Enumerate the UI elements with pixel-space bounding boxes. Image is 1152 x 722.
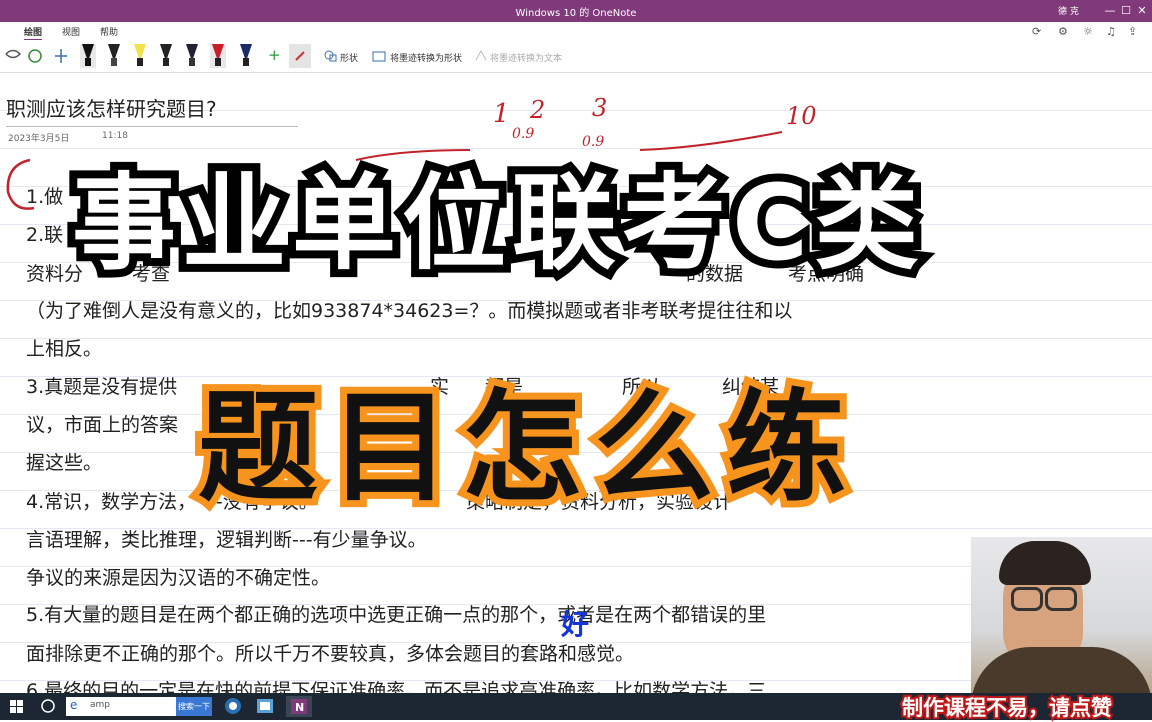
overlay-sub-title: 题目怎么练 [191,372,858,525]
person-hair [999,541,1091,585]
ink-number-10: 10 [786,102,817,130]
svg-text:N: N [295,701,304,714]
handwritten-hao: 好 [561,608,590,641]
task-view-icon[interactable] [38,696,58,717]
ie-icon: e [70,698,78,712]
person-shirt [971,647,1152,693]
overlay-main-title: 事业单位联考C类 [64,154,926,292]
ink-number-2: 2 [529,96,545,124]
search-button[interactable]: 搜索一下 [176,697,212,716]
glasses-right [1045,587,1077,611]
ink-number-3: 3 [592,94,607,122]
glasses-left [1011,587,1043,611]
app-circle-icon[interactable] [222,696,244,717]
windows-start-icon[interactable] [8,696,26,717]
search-text: amp [90,700,110,710]
webcam-overlay [971,537,1152,693]
ink-number-1: 1 [493,99,510,129]
promo-text: 制作课程不易，请点赞 [900,694,1114,722]
app-window-icon[interactable] [254,696,276,717]
onenote-taskbar-icon[interactable]: N [286,696,312,717]
browser-search-box[interactable]: e amp [66,697,176,716]
